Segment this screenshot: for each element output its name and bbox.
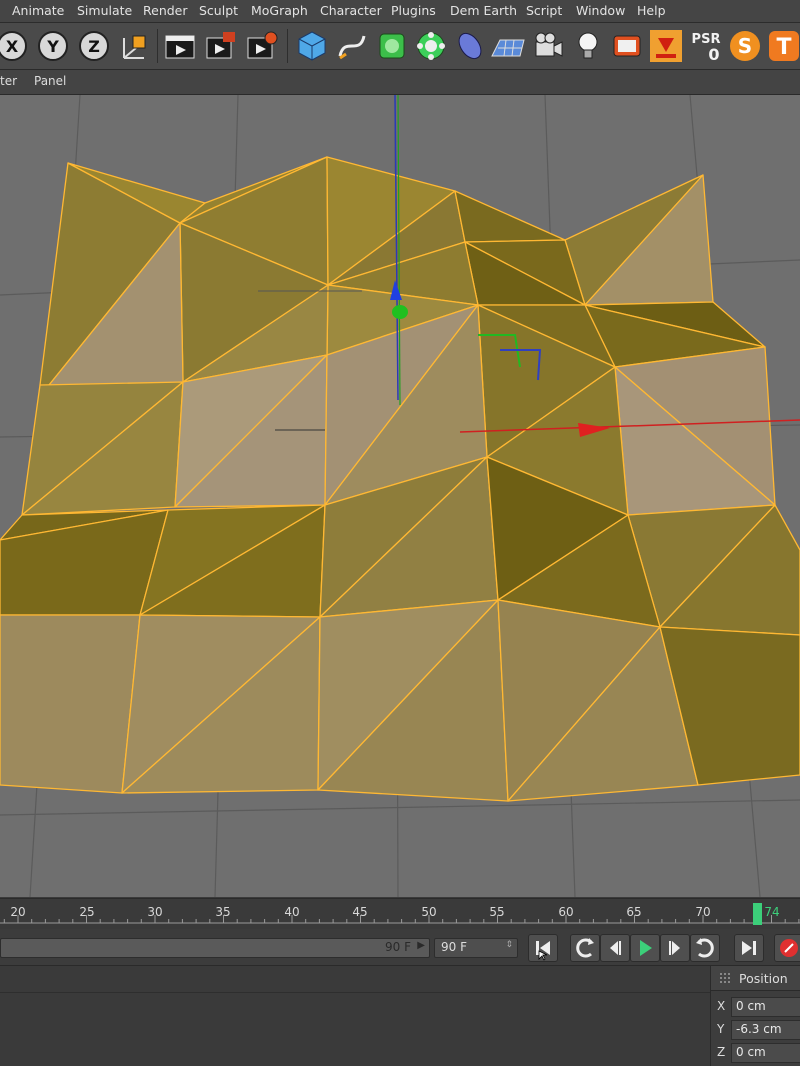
- tick-label: 50: [421, 905, 436, 919]
- polygon-mesh[interactable]: [0, 157, 800, 801]
- grip-icon[interactable]: [719, 972, 731, 984]
- tick-label: 55: [489, 905, 504, 919]
- menu-mograph[interactable]: MoGraph: [251, 3, 308, 18]
- psr-value: 0: [708, 45, 719, 64]
- current-frame-label: 74: [764, 905, 779, 919]
- spline-pen-button[interactable]: [334, 28, 370, 64]
- position-z-field[interactable]: 0 cm: [731, 1043, 800, 1063]
- tick-label: 70: [695, 905, 710, 919]
- s-plugin-button[interactable]: S: [727, 28, 763, 64]
- render-view-button[interactable]: [162, 28, 198, 64]
- play-button[interactable]: [630, 934, 660, 962]
- position-x-value: 0 cm: [736, 999, 766, 1013]
- y-axis-label: Y: [46, 37, 59, 56]
- range-arrow-icon: ▶: [417, 940, 425, 951]
- cube-object-button[interactable]: [294, 28, 330, 64]
- render-region-button[interactable]: [203, 28, 239, 64]
- position-y-row: Y -6.3 cm: [711, 1019, 800, 1039]
- position-header-label: Position: [739, 971, 788, 986]
- range-end-value: 90 F: [385, 940, 411, 954]
- position-z-value: 0 cm: [736, 1045, 766, 1059]
- end-frame-field[interactable]: 90 F ⇕: [434, 938, 518, 958]
- position-y-label: Y: [717, 1022, 724, 1036]
- next-key-button[interactable]: [690, 934, 720, 962]
- menu-simulate[interactable]: Simulate: [77, 3, 132, 18]
- s-plugin-label: S: [738, 34, 752, 58]
- viewport-menu-filter[interactable]: ter: [0, 74, 17, 88]
- material-button[interactable]: [609, 28, 645, 64]
- tick-label: 45: [352, 905, 367, 919]
- tick-label: 40: [284, 905, 299, 919]
- position-y-field[interactable]: -6.3 cm: [731, 1020, 800, 1040]
- menu-script[interactable]: Script: [526, 3, 562, 18]
- playback-bar: 90 F ▶ 90 F ⇕: [0, 929, 800, 966]
- stepper-icon[interactable]: ⇕: [505, 940, 513, 950]
- z-axis-label: Z: [88, 37, 100, 56]
- tick-label: 35: [215, 905, 230, 919]
- y-axis-handle-icon[interactable]: [392, 305, 408, 319]
- tick-label: 30: [147, 905, 162, 919]
- previous-frame-button[interactable]: [600, 934, 630, 962]
- menu-dem-earth[interactable]: Dem Earth: [450, 3, 517, 18]
- timeline-ruler[interactable]: 20 25 30 35 40 45 50 55 60 65 70 74: [0, 898, 800, 929]
- position-x-row: X 0 cm: [711, 996, 800, 1016]
- download-button[interactable]: [648, 28, 684, 64]
- cloner-button[interactable]: [413, 28, 449, 64]
- render-settings-button[interactable]: [244, 28, 280, 64]
- record-button[interactable]: [774, 934, 800, 962]
- viewport-menu-bar: ter Panel: [0, 70, 800, 95]
- t-plugin-button[interactable]: T: [766, 28, 800, 64]
- viewport-menu-panel[interactable]: Panel: [34, 74, 66, 88]
- menu-window[interactable]: Window: [576, 3, 625, 18]
- position-z-label: Z: [717, 1045, 725, 1059]
- menu-sculpt[interactable]: Sculpt: [199, 3, 238, 18]
- tick-label: 60: [558, 905, 573, 919]
- x-axis-label: X: [6, 37, 19, 56]
- tick-label: 25: [79, 905, 94, 919]
- tick-label: 20: [10, 905, 25, 919]
- coordinate-system-button[interactable]: [116, 28, 152, 64]
- light-button[interactable]: [570, 28, 606, 64]
- position-z-row: Z 0 cm: [711, 1042, 800, 1062]
- coordinates-panel: Position X 0 cm Y -6.3 cm Z 0 cm: [710, 966, 800, 1066]
- z-axis-lock-button[interactable]: Z: [76, 28, 112, 64]
- bottom-panel: Position X 0 cm Y -6.3 cm Z 0 cm: [0, 966, 800, 1066]
- y-axis-lock-button[interactable]: Y: [35, 28, 71, 64]
- menu-help[interactable]: Help: [637, 3, 666, 18]
- menu-animate[interactable]: Animate: [12, 3, 64, 18]
- menu-render[interactable]: Render: [143, 3, 188, 18]
- playhead-marker[interactable]: [753, 903, 762, 925]
- coordinates-header: Position: [711, 966, 800, 991]
- go-to-end-button[interactable]: [734, 934, 764, 962]
- x-axis-lock-button[interactable]: X: [0, 28, 30, 64]
- psr-button[interactable]: PSR0: [688, 28, 724, 64]
- go-to-start-button[interactable]: [528, 934, 558, 962]
- tick-label: 65: [626, 905, 641, 919]
- deformer-button[interactable]: [452, 28, 488, 64]
- previous-key-button[interactable]: [570, 934, 600, 962]
- floor-button[interactable]: [490, 28, 526, 64]
- end-frame-value: 90 F: [441, 940, 467, 954]
- subdivision-surface-button[interactable]: [374, 28, 410, 64]
- camera-button[interactable]: [530, 28, 566, 64]
- preview-range-slider[interactable]: 90 F ▶: [0, 938, 430, 958]
- position-y-value: -6.3 cm: [736, 1022, 782, 1036]
- t-plugin-label: T: [776, 35, 791, 60]
- 3d-viewport[interactable]: [0, 95, 800, 897]
- menu-bar: Animate Simulate Render Sculpt MoGraph C…: [0, 0, 800, 23]
- position-x-label: X: [717, 999, 725, 1013]
- position-x-field[interactable]: 0 cm: [731, 997, 800, 1017]
- viewport-canvas[interactable]: [0, 95, 800, 897]
- next-frame-button[interactable]: [660, 934, 690, 962]
- menu-plugins[interactable]: Plugins: [391, 3, 436, 18]
- main-toolbar: X Y Z PSR0: [0, 23, 800, 70]
- mouse-cursor-icon: [539, 951, 547, 960]
- menu-character[interactable]: Character: [320, 3, 382, 18]
